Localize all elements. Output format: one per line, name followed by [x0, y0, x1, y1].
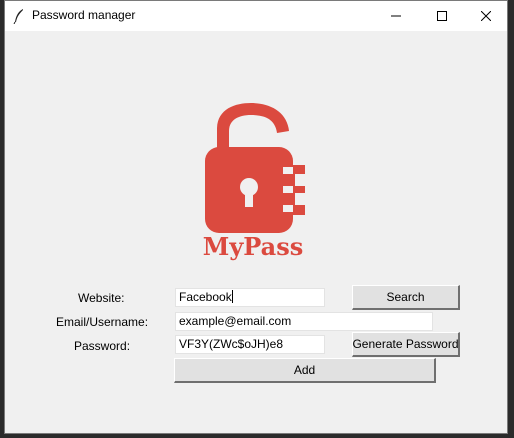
padlock-icon — [205, 103, 305, 233]
website-input[interactable]: Facebook — [175, 288, 325, 307]
maximize-button[interactable] — [419, 1, 465, 31]
password-input-value: VF3Y(ZWc$oJH)e8 — [179, 337, 284, 351]
app-window: Password manager MyPass Website: Email/U… — [4, 0, 508, 434]
add-button[interactable]: Add — [174, 358, 436, 383]
logo-text: MyPass — [203, 232, 304, 261]
text-caret — [231, 290, 233, 303]
title-bar[interactable]: Password manager — [5, 1, 507, 31]
maximize-icon — [437, 11, 447, 21]
search-button[interactable]: Search — [352, 285, 460, 310]
website-label: Website: — [78, 291, 125, 305]
password-label: Password: — [74, 339, 131, 353]
mypass-logo: MyPass — [203, 103, 305, 261]
email-input-value: example@email.com — [179, 314, 292, 328]
close-icon — [481, 11, 491, 21]
generate-password-button[interactable]: Generate Password — [352, 332, 460, 357]
website-input-value: Facebook — [179, 290, 232, 304]
minimize-button[interactable] — [373, 1, 419, 31]
password-input[interactable]: VF3Y(ZWc$oJH)e8 — [175, 335, 325, 354]
feather-icon — [13, 9, 23, 24]
minimize-icon — [391, 15, 401, 17]
close-button[interactable] — [463, 1, 507, 31]
window-title: Password manager — [32, 8, 136, 22]
email-input[interactable]: example@email.com — [175, 312, 433, 331]
email-label: Email/Username: — [56, 315, 149, 329]
